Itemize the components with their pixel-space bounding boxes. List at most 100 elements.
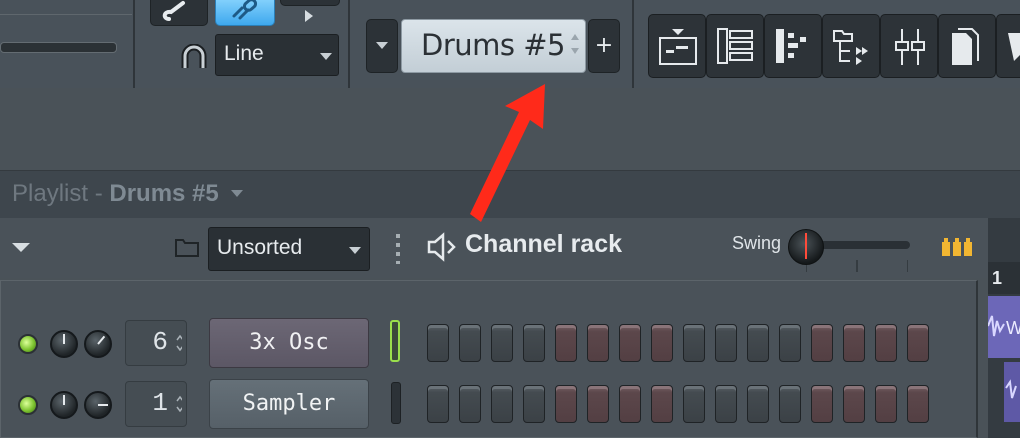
step-button[interactable] — [747, 385, 769, 423]
play-arrow-icon[interactable] — [305, 10, 313, 22]
spin-up-icon[interactable] — [571, 34, 579, 40]
step-button[interactable] — [555, 385, 577, 423]
step-button[interactable] — [427, 324, 449, 362]
channel-mute-led[interactable] — [18, 334, 38, 354]
step-button[interactable] — [459, 324, 481, 362]
folder-icon[interactable] — [174, 236, 200, 258]
swing-scale — [806, 260, 908, 272]
mixer-track-value: 6 — [152, 327, 168, 357]
step-button[interactable] — [907, 385, 929, 423]
browser-window-button[interactable] — [822, 14, 880, 78]
swing-knob-indicator — [805, 233, 807, 259]
swing-label: Swing — [732, 233, 782, 253]
step-mode-icon[interactable] — [942, 236, 974, 258]
step-button[interactable] — [875, 324, 897, 362]
step-button[interactable] — [779, 385, 801, 423]
spinner-icon[interactable] — [176, 333, 182, 351]
pattern-spinner[interactable] — [571, 34, 579, 62]
step-button[interactable] — [491, 324, 513, 362]
volume-knob[interactable] — [50, 391, 78, 419]
playlist-icon — [659, 29, 697, 65]
step-button[interactable] — [779, 324, 801, 362]
step-button[interactable] — [459, 385, 481, 423]
plugin-picker-button[interactable] — [996, 14, 1020, 78]
spin-down-icon[interactable] — [571, 48, 579, 54]
channel-rack-icon — [776, 29, 806, 63]
step-button[interactable] — [619, 324, 641, 362]
rack-menu-arrow-icon[interactable] — [12, 243, 30, 252]
channel-button[interactable]: Sampler — [209, 379, 369, 429]
playlist-title-separator: - — [88, 180, 110, 207]
timeline-marker: 1 — [988, 262, 1020, 294]
step-button[interactable] — [683, 385, 705, 423]
step-button[interactable] — [715, 324, 737, 362]
step-button[interactable] — [651, 385, 673, 423]
extra-tool-button[interactable] — [280, 0, 340, 6]
pattern-name: Drums #5 — [421, 28, 565, 62]
channel-mute-led[interactable] — [18, 395, 38, 415]
chevron-down-icon — [349, 247, 361, 254]
pattern-selector[interactable]: Drums #5 — [401, 19, 586, 73]
mixer-track-number[interactable]: 1 — [125, 381, 187, 427]
step-button[interactable] — [587, 324, 609, 362]
step-button[interactable] — [523, 385, 545, 423]
waveform-icon: W — [987, 315, 1020, 338]
playlist-title[interactable]: Playlist - Drums #5 — [12, 180, 244, 208]
volume-knob[interactable] — [50, 330, 78, 358]
step-button[interactable] — [811, 324, 833, 362]
pan-knob[interactable] — [84, 391, 112, 419]
channel-button[interactable]: 3x Osc — [209, 318, 369, 368]
playlist-clip-2[interactable] — [1004, 362, 1020, 422]
spinner-icon[interactable] — [176, 394, 182, 412]
step-button[interactable] — [683, 324, 705, 362]
channel-select-indicator[interactable] — [391, 382, 401, 424]
step-button[interactable] — [523, 324, 545, 362]
channel-rack-title: Channel rack — [465, 230, 623, 258]
group-filter-select[interactable]: Unsorted — [208, 227, 370, 271]
pattern-menu-button[interactable] — [366, 19, 398, 73]
chevron-down-icon — [376, 42, 388, 49]
slider-divider — [0, 14, 132, 15]
toolbar-separator — [632, 0, 634, 88]
new-file-icon — [952, 28, 979, 65]
group-filter-value: Unsorted — [217, 236, 303, 259]
snap-select[interactable]: Line — [215, 34, 339, 76]
step-button[interactable] — [491, 385, 513, 423]
step-button[interactable] — [907, 324, 929, 362]
toolbar-separator — [348, 0, 350, 88]
step-button[interactable] — [715, 385, 737, 423]
new-file-button[interactable] — [938, 14, 996, 78]
step-button[interactable] — [811, 385, 833, 423]
playlist-clip[interactable]: W — [987, 296, 1020, 358]
drag-handle[interactable] — [396, 234, 400, 264]
channel-select-indicator[interactable] — [390, 320, 400, 362]
snap-note-button[interactable] — [150, 0, 208, 26]
swing-knob[interactable] — [788, 229, 824, 265]
piano-roll-icon — [717, 28, 753, 64]
link-button[interactable] — [215, 0, 275, 26]
mixer-track-number[interactable]: 6 — [125, 320, 187, 366]
add-pattern-button[interactable]: + — [588, 19, 620, 73]
waveform-icon — [1005, 379, 1017, 399]
note-icon — [162, 1, 185, 21]
master-slider-track[interactable] — [0, 42, 117, 53]
mixer-window-button[interactable] — [880, 14, 938, 78]
step-button[interactable] — [587, 385, 609, 423]
pan-knob[interactable] — [84, 330, 112, 358]
step-button[interactable] — [555, 324, 577, 362]
step-button[interactable] — [875, 385, 897, 423]
step-button[interactable] — [619, 385, 641, 423]
channel-rack-window-button[interactable] — [764, 14, 822, 78]
step-button[interactable] — [747, 324, 769, 362]
plugin-icon — [1008, 33, 1020, 61]
playlist-window-button[interactable] — [648, 14, 706, 78]
step-button[interactable] — [843, 385, 865, 423]
toolbar-separator — [133, 0, 135, 88]
step-button[interactable] — [427, 385, 449, 423]
mixer-track-value: 1 — [152, 388, 168, 418]
step-sequencer-button[interactable] — [706, 14, 764, 78]
svg-text:W: W — [1006, 318, 1020, 338]
step-button[interactable] — [843, 324, 865, 362]
step-button[interactable] — [651, 324, 673, 362]
playlist-title-label: Playlist — [12, 180, 89, 207]
